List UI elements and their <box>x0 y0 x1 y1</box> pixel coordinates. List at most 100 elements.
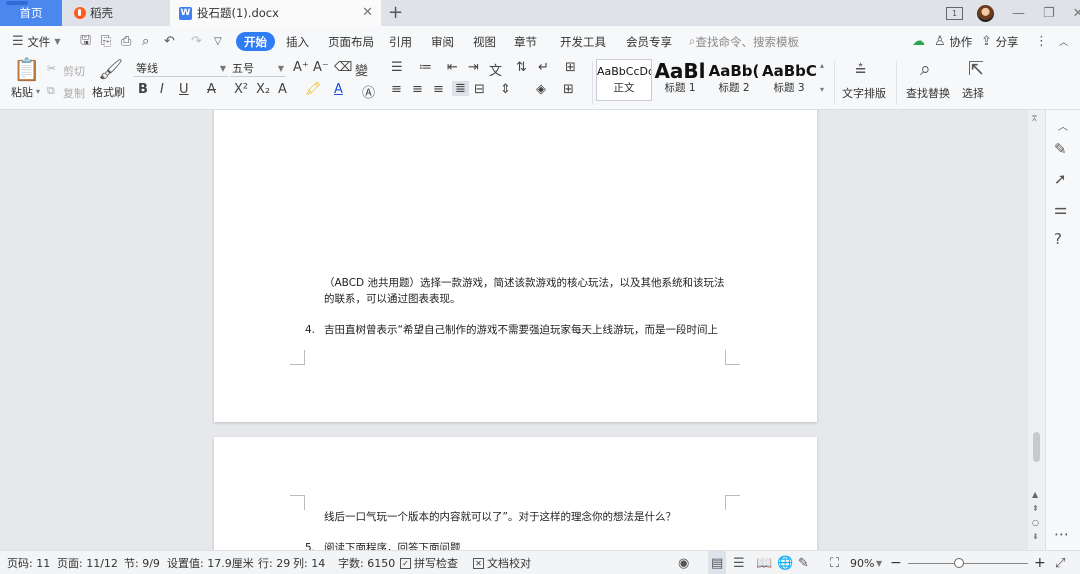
adjust-slider-icon[interactable]: ⚌ <box>1054 200 1067 218</box>
scrollbar-thumb[interactable] <box>1033 432 1040 462</box>
zoom-slider-track[interactable] <box>908 563 1028 564</box>
tab-document[interactable]: W 投石题(1).docx ✕ <box>170 0 381 26</box>
align-justify-icon[interactable]: ≣ <box>452 81 469 96</box>
page-view-icon[interactable]: ▤ <box>708 551 727 574</box>
increase-indent-icon[interactable]: ⇥ <box>468 60 479 75</box>
styles-more-icon[interactable]: ▾ <box>820 85 824 94</box>
font-name-select[interactable]: 等线 ▼ <box>134 60 228 77</box>
sort-icon[interactable]: ⇅ <box>516 60 527 75</box>
style-heading-2[interactable]: AaBb( 标题 2 <box>708 59 760 101</box>
cloud-sync-icon[interactable]: ☁ <box>912 26 925 57</box>
highlight-icon[interactable]: 🖍 <box>305 82 322 97</box>
align-left-icon[interactable]: ≡ <box>391 82 402 97</box>
page-indicator-icon[interactable]: 1 <box>946 6 963 20</box>
bullet-list-icon[interactable]: ☰ <box>391 60 403 75</box>
eye-protect-icon[interactable]: ◉ <box>678 551 689 574</box>
align-center-icon[interactable]: ≡ <box>412 82 423 97</box>
zoom-dropdown-icon[interactable]: ▼ <box>876 551 882 574</box>
select-button[interactable]: 选择 <box>962 85 984 101</box>
more-vertical-icon[interactable]: ⋮ <box>1035 26 1048 57</box>
clear-format-icon[interactable]: ⌫ <box>334 60 352 75</box>
print-preview-icon[interactable]: ⌕ <box>142 26 149 57</box>
menu-home[interactable]: 开始 <box>236 32 275 51</box>
italic-icon[interactable]: I <box>160 82 164 97</box>
read-view-icon[interactable]: 📖 <box>756 551 772 574</box>
document-area[interactable]: （ABCD 池共用题）选择一款游戏，简述该款游戏的核心玩法，以及其他系统和该玩法… <box>0 110 1045 550</box>
status-section[interactable]: 节: 9/9 <box>124 551 160 574</box>
pen-edit-icon[interactable]: ✎ <box>1054 140 1067 158</box>
border-icon[interactable]: ⊞ <box>563 82 574 97</box>
font-size-select[interactable]: 五号 ▼ <box>230 60 286 77</box>
zoom-out-icon[interactable]: − <box>890 551 902 574</box>
char-border-icon[interactable]: Ⓐ <box>362 82 375 101</box>
grow-font-icon[interactable]: A⁺ <box>293 60 309 75</box>
paste-icon[interactable]: 📋 <box>13 58 40 83</box>
bold-icon[interactable]: B <box>138 82 148 97</box>
menu-review[interactable]: 审阅 <box>431 26 454 57</box>
save-icon[interactable]: 🖫 <box>80 26 91 57</box>
fullscreen-icon[interactable]: ⤢ <box>1055 551 1065 574</box>
line-spacing-icon[interactable]: ⇕ <box>500 82 511 97</box>
vertical-scrollbar[interactable]: ⩞ ▲ ⇞ ○ ⇟ <box>1028 110 1045 550</box>
help-icon[interactable]: ? <box>1054 230 1062 248</box>
menu-page-layout[interactable]: 页面布局 <box>328 26 374 57</box>
text-layout-button[interactable]: 文字排版 <box>842 85 886 101</box>
select-cursor-icon[interactable]: ⇱ <box>968 58 984 80</box>
command-search[interactable]: ⌕ 查找命令、搜索模板 <box>689 26 799 57</box>
shading-icon[interactable]: ◈ <box>536 82 546 97</box>
find-replace-icon[interactable]: ⌕ <box>920 58 931 80</box>
outline-view-icon[interactable]: ☰ <box>733 551 745 574</box>
text-layout-icon[interactable]: ⩮ <box>855 58 866 80</box>
numbered-list-icon[interactable]: ≔ <box>419 60 432 75</box>
status-word-count[interactable]: 字数: 6150 <box>338 551 395 574</box>
doc-proof-button[interactable]: ✕ 文档校对 <box>473 551 531 574</box>
cut-icon[interactable]: ✂ <box>47 62 56 75</box>
prev-page-icon[interactable]: ⇞ <box>1032 504 1039 513</box>
redo-icon[interactable]: ↷ <box>191 26 202 57</box>
status-page[interactable]: 页面: 11/12 <box>57 551 118 574</box>
menu-view[interactable]: 视图 <box>473 26 496 57</box>
restore-icon[interactable]: ❐ <box>1043 6 1055 21</box>
close-window-icon[interactable]: ✕ <box>1073 6 1080 21</box>
document-page[interactable]: 线后一口气玩一个版本的内容就可以了”。对于这样的理念你的想法是什么？ 5. 阅读… <box>214 437 817 550</box>
more-horizontal-icon[interactable]: ⋯ <box>1054 525 1069 543</box>
paste-dropdown-icon[interactable]: ▾ <box>36 87 40 96</box>
style-heading-1[interactable]: AaBl 标题 1 <box>654 59 706 101</box>
scroll-up-icon[interactable]: ▲ <box>1032 490 1038 499</box>
print-icon[interactable]: ⎙ <box>121 26 131 57</box>
underline-icon[interactable]: U <box>179 82 189 97</box>
web-view-icon[interactable]: 🌐 <box>777 551 793 574</box>
undo-icon[interactable]: ↶ <box>164 26 175 57</box>
more-quick-icon[interactable]: ▽ <box>214 26 222 57</box>
subscript-icon[interactable]: X₂ <box>256 82 270 97</box>
cut-button[interactable]: 剪切 <box>63 63 85 79</box>
share-button[interactable]: ⇪ 分享 <box>981 26 1019 57</box>
menu-reference[interactable]: 引用 <box>389 26 412 57</box>
chinese-layout-icon[interactable]: 文 <box>489 60 502 79</box>
scroll-top-icon[interactable]: ⩞ <box>1032 114 1037 124</box>
user-avatar[interactable] <box>977 4 994 22</box>
phonetic-icon[interactable]: 變 <box>355 60 368 79</box>
zoom-in-icon[interactable]: + <box>1034 551 1046 574</box>
status-row[interactable]: 行: 29 <box>258 551 290 574</box>
paragraph-mark-icon[interactable]: ↵ <box>538 60 549 75</box>
spell-check-button[interactable]: ✓ 拼写检查 <box>400 551 458 574</box>
strikethrough-icon[interactable]: A <box>207 82 216 97</box>
menu-developer[interactable]: 开发工具 <box>560 26 606 57</box>
collapse-ribbon-icon[interactable]: ︿ <box>1059 26 1068 57</box>
shrink-font-icon[interactable]: A⁻ <box>313 60 329 75</box>
zoom-level[interactable]: 90% <box>850 551 874 574</box>
close-tab-icon[interactable]: ✕ <box>362 6 373 19</box>
font-color-icon[interactable]: A <box>334 82 343 97</box>
style-heading-3[interactable]: AaBbC 标题 3 <box>762 59 816 101</box>
decrease-indent-icon[interactable]: ⇤ <box>447 60 458 75</box>
copy-icon[interactable]: ⧉ <box>47 84 55 98</box>
format-painter-icon[interactable]: 🖌 <box>98 57 123 81</box>
fit-page-icon[interactable]: ⛶ <box>830 551 839 574</box>
status-page-code[interactable]: 页码: 11 <box>7 551 50 574</box>
text-effect-icon[interactable]: A <box>278 82 287 97</box>
menu-insert[interactable]: 插入 <box>286 26 309 57</box>
paste-button[interactable]: 粘贴 <box>11 84 33 100</box>
format-painter-button[interactable]: 格式刷 <box>92 84 125 100</box>
tab-daoke[interactable]: 稻壳 <box>64 0 170 26</box>
